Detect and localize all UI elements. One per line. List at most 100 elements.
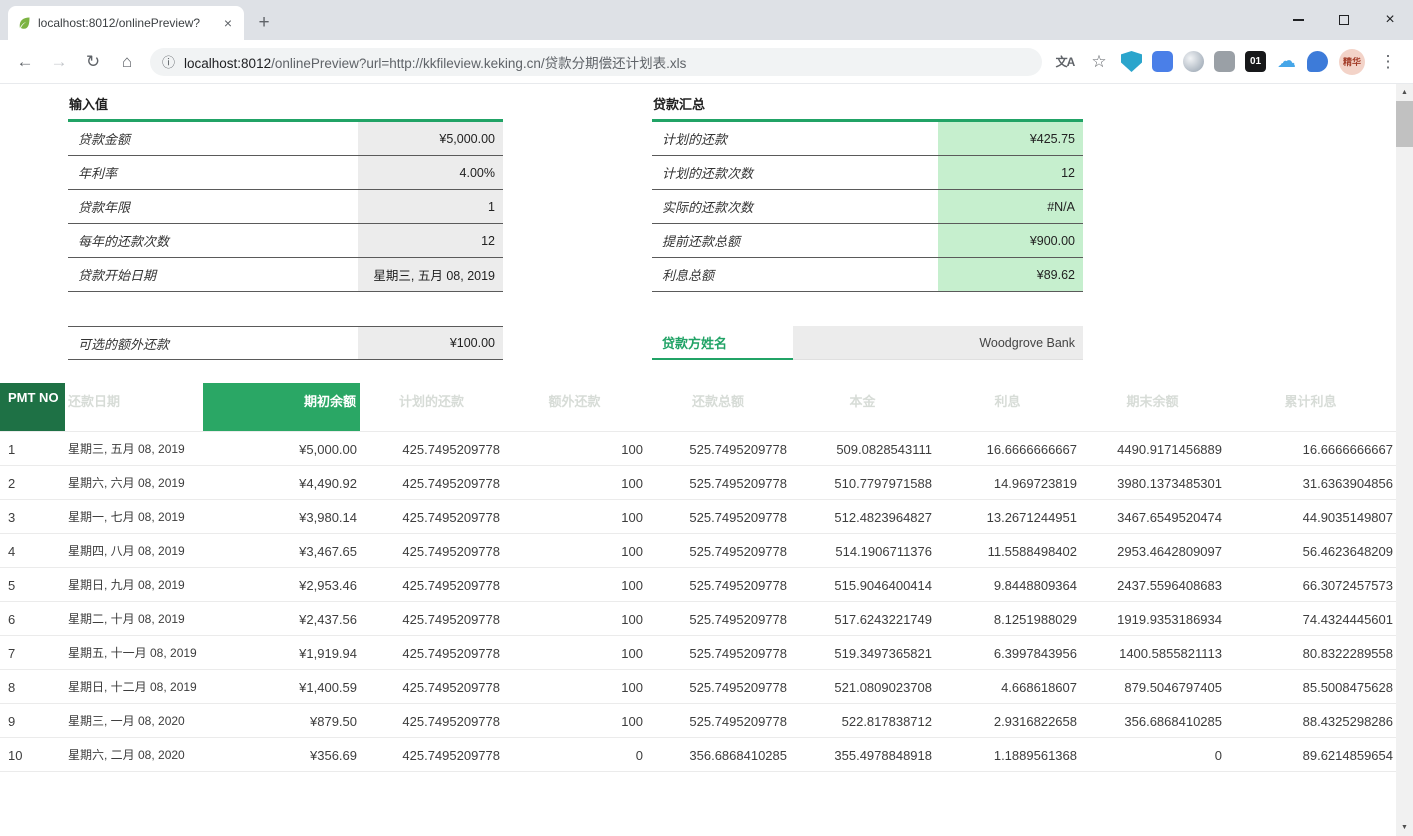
- cell-interest: 9.8448809364: [935, 568, 1080, 601]
- table-row: 10 星期六, 二月 08, 2020 ¥356.69 425.74952097…: [0, 738, 1396, 772]
- cell-ending-balance: 4490.9171456889: [1080, 432, 1225, 465]
- lens-extension-icon[interactable]: [1183, 51, 1204, 72]
- row-label: 实际的还款次数: [652, 190, 938, 223]
- cell-payment-date: 星期六, 二月 08, 2020: [65, 738, 203, 771]
- vertical-scrollbar[interactable]: ▲ ▼: [1396, 84, 1413, 836]
- summary-row: 计划的还款 ¥425.75: [652, 122, 1083, 156]
- cell-cumulative-interest: 56.4623648209: [1225, 534, 1396, 567]
- cell-payment-date: 星期四, 八月 08, 2019: [65, 534, 203, 567]
- cell-scheduled-payment: 425.7495209778: [360, 704, 503, 737]
- cell-beginning-balance: ¥2,437.56: [203, 602, 360, 635]
- cell-scheduled-payment: 425.7495209778: [360, 568, 503, 601]
- lender-label: 贷款方姓名: [652, 326, 793, 360]
- cell-beginning-balance: ¥4,490.92: [203, 466, 360, 499]
- cell-cumulative-interest: 44.9035149807: [1225, 500, 1396, 533]
- cell-beginning-balance: ¥1,919.94: [203, 636, 360, 669]
- row-label: 提前还款总额: [652, 224, 938, 257]
- cell-ending-balance: 3467.6549520474: [1080, 500, 1225, 533]
- row-label: 贷款金额: [68, 122, 358, 155]
- bookmark-star-icon[interactable]: ☆: [1085, 48, 1113, 76]
- input-row: 贷款开始日期 星期三, 五月 08, 2019: [68, 258, 503, 292]
- cell-cumulative-interest: 88.4325298286: [1225, 704, 1396, 737]
- cell-payment-date: 星期五, 十一月 08, 2019: [65, 636, 203, 669]
- row-label: 贷款年限: [68, 190, 358, 223]
- table-row: 4 星期四, 八月 08, 2019 ¥3,467.65 425.7495209…: [0, 534, 1396, 568]
- cell-beginning-balance: ¥3,980.14: [203, 500, 360, 533]
- badge-extension-icon[interactable]: 01: [1245, 51, 1266, 72]
- cell-extra-payment: 100: [503, 670, 646, 703]
- translate-icon[interactable]: 文A: [1051, 48, 1079, 76]
- address-bar[interactable]: ⓘ localhost:8012/onlinePreview?url=http:…: [150, 48, 1042, 76]
- row-label: 贷款开始日期: [68, 258, 358, 291]
- cell-cumulative-interest: 31.6363904856: [1225, 466, 1396, 499]
- window-maximize-button[interactable]: [1321, 0, 1367, 40]
- cell-ending-balance: 1919.9353186934: [1080, 602, 1225, 635]
- cell-total-payment: 525.7495209778: [646, 466, 790, 499]
- back-button[interactable]: ←: [11, 48, 39, 76]
- summary-panel: 贷款汇总 计划的还款 ¥425.75 计划的还款次数 12: [652, 91, 1083, 360]
- tab-title: localhost:8012/onlinePreview?: [38, 16, 214, 30]
- cell-cumulative-interest: 66.3072457573: [1225, 568, 1396, 601]
- page-info-icon[interactable]: ⓘ: [162, 52, 175, 71]
- maximize-icon: [1339, 15, 1349, 25]
- forward-button[interactable]: →: [45, 48, 73, 76]
- cell-payment-date: 星期三, 五月 08, 2019: [65, 432, 203, 465]
- scroll-down-icon[interactable]: ▼: [1396, 819, 1413, 836]
- cell-interest: 14.969723819: [935, 466, 1080, 499]
- row-value: ¥425.75: [938, 122, 1083, 155]
- profile-avatar[interactable]: 精华: [1339, 49, 1365, 75]
- window-controls: ×: [1275, 0, 1413, 40]
- row-label: 可选的额外还款: [68, 327, 358, 359]
- cell-pmt-no: 2: [0, 466, 65, 499]
- gray-extension-icon[interactable]: [1214, 51, 1235, 72]
- cell-scheduled-payment: 425.7495209778: [360, 432, 503, 465]
- scroll-up-icon[interactable]: ▲: [1396, 84, 1413, 101]
- blue-extension-icon[interactable]: [1152, 51, 1173, 72]
- cell-interest: 1.1889561368: [935, 738, 1080, 771]
- cell-ending-balance: 1400.5855821113: [1080, 636, 1225, 669]
- menu-icon[interactable]: ⋮: [1374, 48, 1402, 76]
- cell-extra-payment: 0: [503, 738, 646, 771]
- row-value: 12: [358, 224, 503, 257]
- new-tab-button[interactable]: +: [250, 9, 278, 37]
- cell-extra-payment: 100: [503, 534, 646, 567]
- cell-pmt-no: 10: [0, 738, 65, 771]
- cell-total-payment: 525.7495209778: [646, 432, 790, 465]
- bird-extension-icon[interactable]: [1307, 51, 1328, 72]
- lender-value: Woodgrove Bank: [793, 326, 1083, 360]
- cell-principal: 509.0828543111: [790, 432, 935, 465]
- row-value: 12: [938, 156, 1083, 189]
- reload-button[interactable]: ↻: [79, 48, 107, 76]
- cell-principal: 514.1906711376: [790, 534, 935, 567]
- browser-tab[interactable]: localhost:8012/onlinePreview? ×: [8, 6, 244, 40]
- input-panel-title: 输入值: [68, 91, 503, 122]
- shield-extension-icon[interactable]: [1121, 51, 1142, 72]
- extra-payment-row: 可选的额外还款 ¥100.00: [68, 326, 503, 360]
- cell-scheduled-payment: 425.7495209778: [360, 466, 503, 499]
- cell-scheduled-payment: 425.7495209778: [360, 500, 503, 533]
- cell-pmt-no: 7: [0, 636, 65, 669]
- cell-scheduled-payment: 425.7495209778: [360, 670, 503, 703]
- cell-principal: 519.3497365821: [790, 636, 935, 669]
- window-close-button[interactable]: ×: [1367, 0, 1413, 40]
- cell-cumulative-interest: 85.5008475628: [1225, 670, 1396, 703]
- blank-row: [68, 292, 503, 326]
- cell-pmt-no: 9: [0, 704, 65, 737]
- row-label: 每年的还款次数: [68, 224, 358, 257]
- cell-payment-date: 星期日, 九月 08, 2019: [65, 568, 203, 601]
- cell-payment-date: 星期六, 六月 08, 2019: [65, 466, 203, 499]
- cell-interest: 2.9316822658: [935, 704, 1080, 737]
- cell-extra-payment: 100: [503, 466, 646, 499]
- row-value: 4.00%: [358, 156, 503, 189]
- cell-principal: 512.4823964827: [790, 500, 935, 533]
- scrollbar-thumb[interactable]: [1396, 101, 1413, 147]
- cloud-extension-icon[interactable]: ☁: [1276, 51, 1297, 72]
- home-button[interactable]: ⌂: [113, 48, 141, 76]
- cell-beginning-balance: ¥2,953.46: [203, 568, 360, 601]
- input-row: 贷款年限 1: [68, 190, 503, 224]
- tab-close-icon[interactable]: ×: [220, 15, 236, 31]
- cell-beginning-balance: ¥3,467.65: [203, 534, 360, 567]
- window-minimize-button[interactable]: [1275, 0, 1321, 40]
- header-ending-balance: 期末余额: [1080, 383, 1225, 431]
- cell-total-payment: 525.7495209778: [646, 704, 790, 737]
